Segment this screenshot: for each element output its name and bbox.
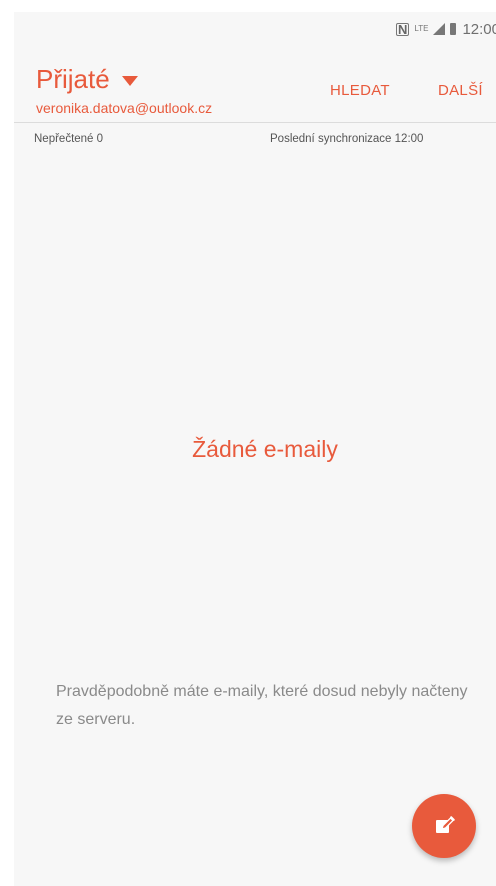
signal-icon: [433, 23, 446, 35]
battery-icon: [450, 23, 457, 35]
compose-icon: [436, 816, 455, 833]
last-sync: Poslední synchronizace 12:00: [270, 133, 424, 145]
nfc-icon: N: [395, 21, 410, 37]
status-icons: N LTE: [395, 21, 457, 37]
mail-header: Přijaté veronika.datova@outlook.cz HLEDA…: [14, 58, 496, 126]
lte-icon: LTE: [414, 24, 429, 33]
email-app-screen: N LTE 12:00 Přijaté veronika.datova@outl…: [14, 12, 496, 886]
info-bar: Nepřečtené 0 Poslední synchronizace 12:0…: [14, 133, 496, 153]
folder-selector[interactable]: Přijaté: [36, 64, 138, 95]
more-button[interactable]: DALŠÍ: [438, 82, 483, 99]
header-divider: [14, 122, 496, 123]
search-button[interactable]: HLEDAT: [330, 82, 390, 99]
status-bar: N LTE 12:00: [14, 12, 496, 46]
empty-state-title: Žádné e-maily: [192, 436, 338, 462]
unread-count: Nepřečtené 0: [34, 133, 104, 145]
compose-button[interactable]: [412, 794, 476, 858]
dropdown-arrow-icon: [121, 75, 138, 86]
folder-title: Přijaté: [36, 64, 110, 94]
account-email: veronika.datova@outlook.cz: [36, 100, 213, 116]
status-time: 12:00: [462, 20, 496, 38]
empty-state-hint: Pravděpodobně máte e-maily, které dosud …: [56, 683, 468, 728]
